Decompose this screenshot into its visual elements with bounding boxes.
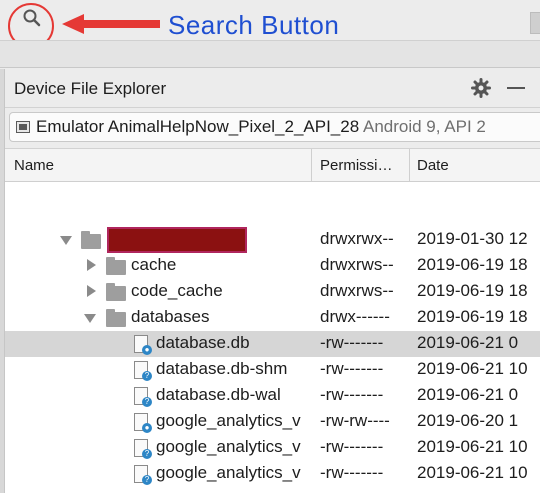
scrolled-row-fragment: ‒ ‒ ‒ ‒ ‒ ‒ ‒ ‒ ‒ ‒ ‒ ‒ ‒ ‒ ‒ ‒ ‒ ‒ xyxy=(75,182,325,190)
unknown-badge-icon: ? xyxy=(142,449,152,459)
device-name: Emulator AnimalHelpNow_Pixel_2_API_28 An… xyxy=(36,117,486,136)
column-name[interactable]: Name xyxy=(14,157,54,174)
row-name: google_analytics_v xyxy=(156,437,301,456)
file-icon: ? xyxy=(134,387,152,407)
row-date: 2019-06-21 10 xyxy=(417,463,528,482)
row-permissions: drwxrws-- xyxy=(320,255,394,274)
user-badge-icon: ● xyxy=(142,345,152,355)
row-date: 2019-06-20 1 xyxy=(417,411,519,430)
row-name: database.db xyxy=(156,333,250,352)
column-divider[interactable] xyxy=(311,149,312,181)
row-permissions: -rw------- xyxy=(320,463,384,482)
table-row[interactable]: ? database.db-wal -rw------- 2019-06-21 … xyxy=(5,383,540,409)
file-icon: ? xyxy=(134,439,152,459)
user-badge-icon: ● xyxy=(142,423,152,433)
file-icon: ? xyxy=(134,361,152,381)
folder-icon xyxy=(106,257,126,275)
row-permissions: -rw------- xyxy=(320,437,384,456)
collapse-icon[interactable] xyxy=(84,314,96,323)
row-permissions: -rw------- xyxy=(320,333,384,352)
minimize-icon[interactable] xyxy=(507,87,525,89)
toolbar-strip xyxy=(0,40,540,68)
row-date: 2019-06-19 18 xyxy=(417,281,528,300)
column-date[interactable]: Date xyxy=(417,157,449,174)
row-name: database.db-shm xyxy=(156,359,288,378)
unknown-badge-icon: ? xyxy=(142,475,152,485)
row-name: code_cache xyxy=(131,281,223,300)
device-file-explorer-panel: Device File Explorer Emulator AnimalHelp… xyxy=(4,69,540,493)
file-icon: ● xyxy=(134,335,152,355)
row-permissions: drwx------ xyxy=(320,307,390,326)
row-permissions: -rw-rw---- xyxy=(320,411,390,430)
table-row[interactable]: ? google_analytics_v -rw------- 2019-06-… xyxy=(5,461,540,487)
expand-icon[interactable] xyxy=(87,259,96,271)
gear-icon[interactable] xyxy=(471,78,491,98)
annotation-arrow xyxy=(62,14,160,34)
table-row[interactable]: ? google_analytics_v -rw------- 2019-06-… xyxy=(5,435,540,461)
device-dropdown[interactable]: Emulator AnimalHelpNow_Pixel_2_API_28 An… xyxy=(9,112,540,142)
row-date: 2019-06-19 18 xyxy=(417,255,528,274)
file-icon: ● xyxy=(134,413,152,433)
table-row[interactable]: drwxrwx-- 2019-01-30 12 xyxy=(5,227,540,253)
collapse-icon[interactable] xyxy=(60,236,72,245)
table-row[interactable]: cache drwxrws-- 2019-06-19 18 xyxy=(5,253,540,279)
table-row[interactable]: ● google_analytics_v -rw-rw---- 2019-06-… xyxy=(5,409,540,435)
folder-icon xyxy=(106,309,126,327)
toolbar-edge xyxy=(530,12,540,34)
table-row-selected[interactable]: ● database.db -rw------- 2019-06-21 0 xyxy=(5,331,540,357)
row-permissions: drwxrws-- xyxy=(320,281,394,300)
expand-icon[interactable] xyxy=(87,285,96,297)
row-date: 2019-06-21 10 xyxy=(417,437,528,456)
row-name: databases xyxy=(131,307,210,326)
row-date: 2019-06-19 18 xyxy=(417,307,528,326)
row-name: cache xyxy=(131,255,177,274)
file-tree: ‒ ‒ ‒ ‒ ‒ ‒ ‒ ‒ ‒ ‒ ‒ ‒ ‒ ‒ ‒ ‒ ‒ ‒ drwx… xyxy=(5,182,540,493)
device-row: Emulator AnimalHelpNow_Pixel_2_API_28 An… xyxy=(5,108,540,149)
row-permissions: -rw------- xyxy=(320,359,384,378)
table-row[interactable]: databases drwx------ 2019-06-19 18 xyxy=(5,305,540,331)
row-date: 2019-06-21 10 xyxy=(417,359,528,378)
row-permissions: drwxrwx-- xyxy=(320,229,394,248)
file-icon: ? xyxy=(134,465,152,485)
panel-header: Device File Explorer xyxy=(5,69,540,108)
row-date: 2019-06-21 0 xyxy=(417,385,519,404)
redacted-name xyxy=(107,227,247,253)
column-divider[interactable] xyxy=(409,149,410,181)
row-name: database.db-wal xyxy=(156,385,281,404)
panel-title: Device File Explorer xyxy=(14,79,167,98)
row-name: google_analytics_v xyxy=(156,411,301,430)
toolbar: Search Button xyxy=(0,0,540,49)
unknown-badge-icon: ? xyxy=(142,371,152,381)
table-row[interactable]: ? database.db-shm -rw------- 2019-06-21 … xyxy=(5,357,540,383)
annotation-label: Search Button xyxy=(168,10,340,40)
row-date: 2019-01-30 12 xyxy=(417,229,528,248)
folder-icon xyxy=(106,283,126,301)
column-permissions[interactable]: Permissi… xyxy=(320,157,393,174)
row-name: google_analytics_v xyxy=(156,463,301,482)
table-row[interactable]: code_cache drwxrws-- 2019-06-19 18 xyxy=(5,279,540,305)
unknown-badge-icon: ? xyxy=(142,397,152,407)
row-date: 2019-06-21 0 xyxy=(417,333,519,352)
device-icon xyxy=(16,121,30,133)
column-header: Name Permissi… Date xyxy=(5,149,540,182)
folder-icon xyxy=(81,231,101,249)
row-permissions: -rw------- xyxy=(320,385,384,404)
